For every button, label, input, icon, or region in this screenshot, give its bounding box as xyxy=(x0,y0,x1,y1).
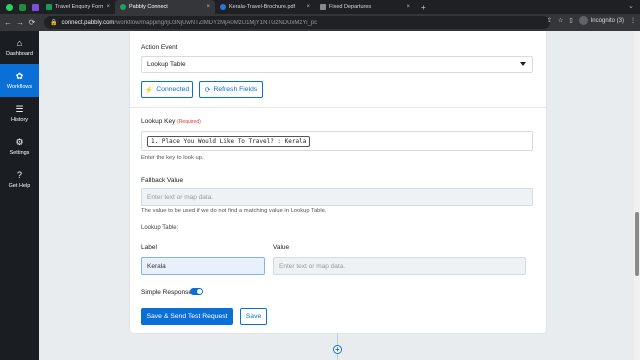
sidebar-item-workflows[interactable]: ✿ Workflows xyxy=(0,64,39,97)
pabbly-icon xyxy=(120,4,126,10)
sidebar-item-label: Settings xyxy=(9,149,30,156)
action-event-select[interactable]: Lookup Table xyxy=(141,56,533,73)
lookup-table-heading: Lookup Table: xyxy=(141,225,179,231)
workflows-icon: ✿ xyxy=(15,70,24,81)
refresh-fields-button[interactable]: ⟳ Refresh Fields xyxy=(199,81,263,98)
sidebar-item-label: History xyxy=(10,116,29,123)
sidebar-item-settings[interactable]: ⚙ Settings xyxy=(0,130,39,163)
history-icon: ☰ xyxy=(15,103,24,114)
action-event-label: Action Event xyxy=(141,44,178,51)
simple-response-toggle[interactable] xyxy=(190,288,203,295)
page-scrollbar[interactable] xyxy=(634,31,640,360)
fallback-placeholder: Enter text or map data. xyxy=(147,193,214,201)
whatsapp-icon xyxy=(6,3,13,11)
tab-fixed-departures[interactable]: Fixed Departures × xyxy=(315,0,415,14)
save-and-send-test-button[interactable]: Save & Send Test Request xyxy=(141,308,233,325)
lookup-key-label-text: Lookup Key xyxy=(141,118,176,125)
reload-icon[interactable]: ⟳ xyxy=(26,18,38,27)
simple-response-label: Simple Response xyxy=(141,289,192,296)
sidebar-item-label: Get Help xyxy=(8,182,31,189)
lookup-row-value-input[interactable]: Enter text or map data. xyxy=(273,257,526,275)
connected-button[interactable]: ⚡ Connected xyxy=(141,81,193,98)
toolbar-actions: ⇪ ☆ ▯ Incognito (3) ⋮ xyxy=(547,16,636,25)
tab-title: Fixed Departures xyxy=(329,4,372,10)
toggle-knob xyxy=(197,289,202,294)
chat-pinned-tab[interactable] xyxy=(17,2,28,13)
close-icon[interactable]: × xyxy=(106,4,110,10)
share-icon[interactable]: ⇪ xyxy=(547,17,552,24)
tab-search-icon[interactable]: ⌄ xyxy=(628,2,634,10)
tab-title: Travel Enquiry Form (Response xyxy=(55,4,104,10)
new-tab-button[interactable]: + xyxy=(421,3,426,12)
tab-travel-enquiry[interactable]: Travel Enquiry Form (Response × xyxy=(41,0,115,14)
lookup-key-help: Enter the key to look up. xyxy=(141,155,204,161)
close-icon[interactable]: × xyxy=(406,4,410,10)
close-icon[interactable]: × xyxy=(306,4,310,10)
browser-toolbar: ← → ⟳ 🔒 connect.pabbly.com /workflow/map… xyxy=(0,14,640,31)
lookup-key-input[interactable]: 1. Place You Would Like To Travel? : Ker… xyxy=(141,131,533,151)
incognito-icon xyxy=(578,16,588,25)
forward-icon[interactable]: → xyxy=(14,18,26,27)
lookup-row-label-value: Kerala xyxy=(147,262,166,270)
url-path: /workflow/mapping/IjU3NjUwNTZlMDYzMjA0Mz… xyxy=(114,19,318,26)
sheets-icon xyxy=(46,4,52,10)
wordpress-icon xyxy=(220,4,226,10)
close-icon[interactable]: × xyxy=(206,4,210,10)
required-marker: (Required) xyxy=(177,119,201,125)
page-icon xyxy=(320,4,326,10)
chat-icon xyxy=(19,3,26,11)
url-host: connect.pabbly.com xyxy=(61,19,115,26)
connected-label: Connected xyxy=(156,86,190,93)
chevron-down-icon xyxy=(520,62,526,66)
lookup-key-label: Lookup Key (Required) xyxy=(141,118,201,125)
tab-pabbly-connect[interactable]: Pabbly Connect × xyxy=(115,0,215,14)
app-pinned-tab[interactable] xyxy=(30,2,41,13)
sidebar-item-history[interactable]: ☰ History xyxy=(0,97,39,130)
lock-icon[interactable]: 🔒 xyxy=(50,19,57,26)
lookup-row-label-input[interactable]: Kerala xyxy=(141,257,265,275)
lookup-row-value-placeholder: Enter text or map data. xyxy=(279,262,346,270)
section-divider xyxy=(130,107,546,108)
fallback-value-help: The value to be used if we do not find a… xyxy=(141,208,327,214)
incognito-profile[interactable]: Incognito (3) xyxy=(578,16,624,25)
star-icon[interactable]: ☆ xyxy=(558,17,563,24)
browser-tab-bar: Travel Enquiry Form (Response × Pabbly C… xyxy=(0,0,640,14)
profile-label: Incognito (3) xyxy=(590,17,624,24)
refresh-label: Refresh Fields xyxy=(213,86,258,93)
sidebar-item-label: Workflows xyxy=(6,83,33,90)
app-sidebar: ⌂ Dashboard ✿ Workflows ☰ History ⚙ Sett… xyxy=(0,31,39,360)
mapped-field-pill[interactable]: 1. Place You Would Like To Travel? : Ker… xyxy=(147,135,311,147)
menu-icon[interactable]: ⋮ xyxy=(630,17,636,24)
sidebar-item-get-help[interactable]: ? Get Help xyxy=(0,163,39,196)
action-event-value: Lookup Table xyxy=(147,61,186,68)
address-bar[interactable]: 🔒 connect.pabbly.com /workflow/mapping/I… xyxy=(44,16,550,29)
refresh-icon: ⟳ xyxy=(204,86,211,94)
tab-kerala-brochure[interactable]: Kerala-Travel-Brochure.pdf × xyxy=(215,0,315,14)
save-button[interactable]: Save xyxy=(240,308,267,325)
value-column-heading: Value xyxy=(273,244,290,251)
plug-icon: ⚡ xyxy=(144,86,154,94)
action-step-card: Action Event Lookup Table ⚡ Connected ⟳ … xyxy=(130,31,546,333)
label-column-heading: Label xyxy=(141,244,157,251)
home-icon: ⌂ xyxy=(16,37,23,48)
back-icon[interactable]: ← xyxy=(2,18,14,27)
fallback-value-input[interactable]: Enter text or map data. xyxy=(141,188,533,206)
app-icon xyxy=(32,3,39,11)
tab-title: Kerala-Travel-Brochure.pdf xyxy=(229,4,296,10)
sidebar-item-dashboard[interactable]: ⌂ Dashboard xyxy=(0,31,39,64)
scrollbar-thumb[interactable] xyxy=(635,212,639,276)
pinned-tabs xyxy=(0,2,41,13)
workflow-canvas: Action Event Lookup Table ⚡ Connected ⟳ … xyxy=(39,31,640,360)
fallback-value-label: Fallback Value xyxy=(141,177,184,184)
help-icon: ? xyxy=(16,169,22,180)
sidebar-item-label: Dashboard xyxy=(6,50,33,57)
gear-icon: ⚙ xyxy=(15,136,24,147)
tab-title: Pabbly Connect xyxy=(129,4,168,10)
side-panel-icon[interactable]: ▯ xyxy=(569,17,572,24)
add-step-button[interactable]: + xyxy=(333,345,342,354)
whatsapp-pinned-tab[interactable] xyxy=(4,2,15,13)
